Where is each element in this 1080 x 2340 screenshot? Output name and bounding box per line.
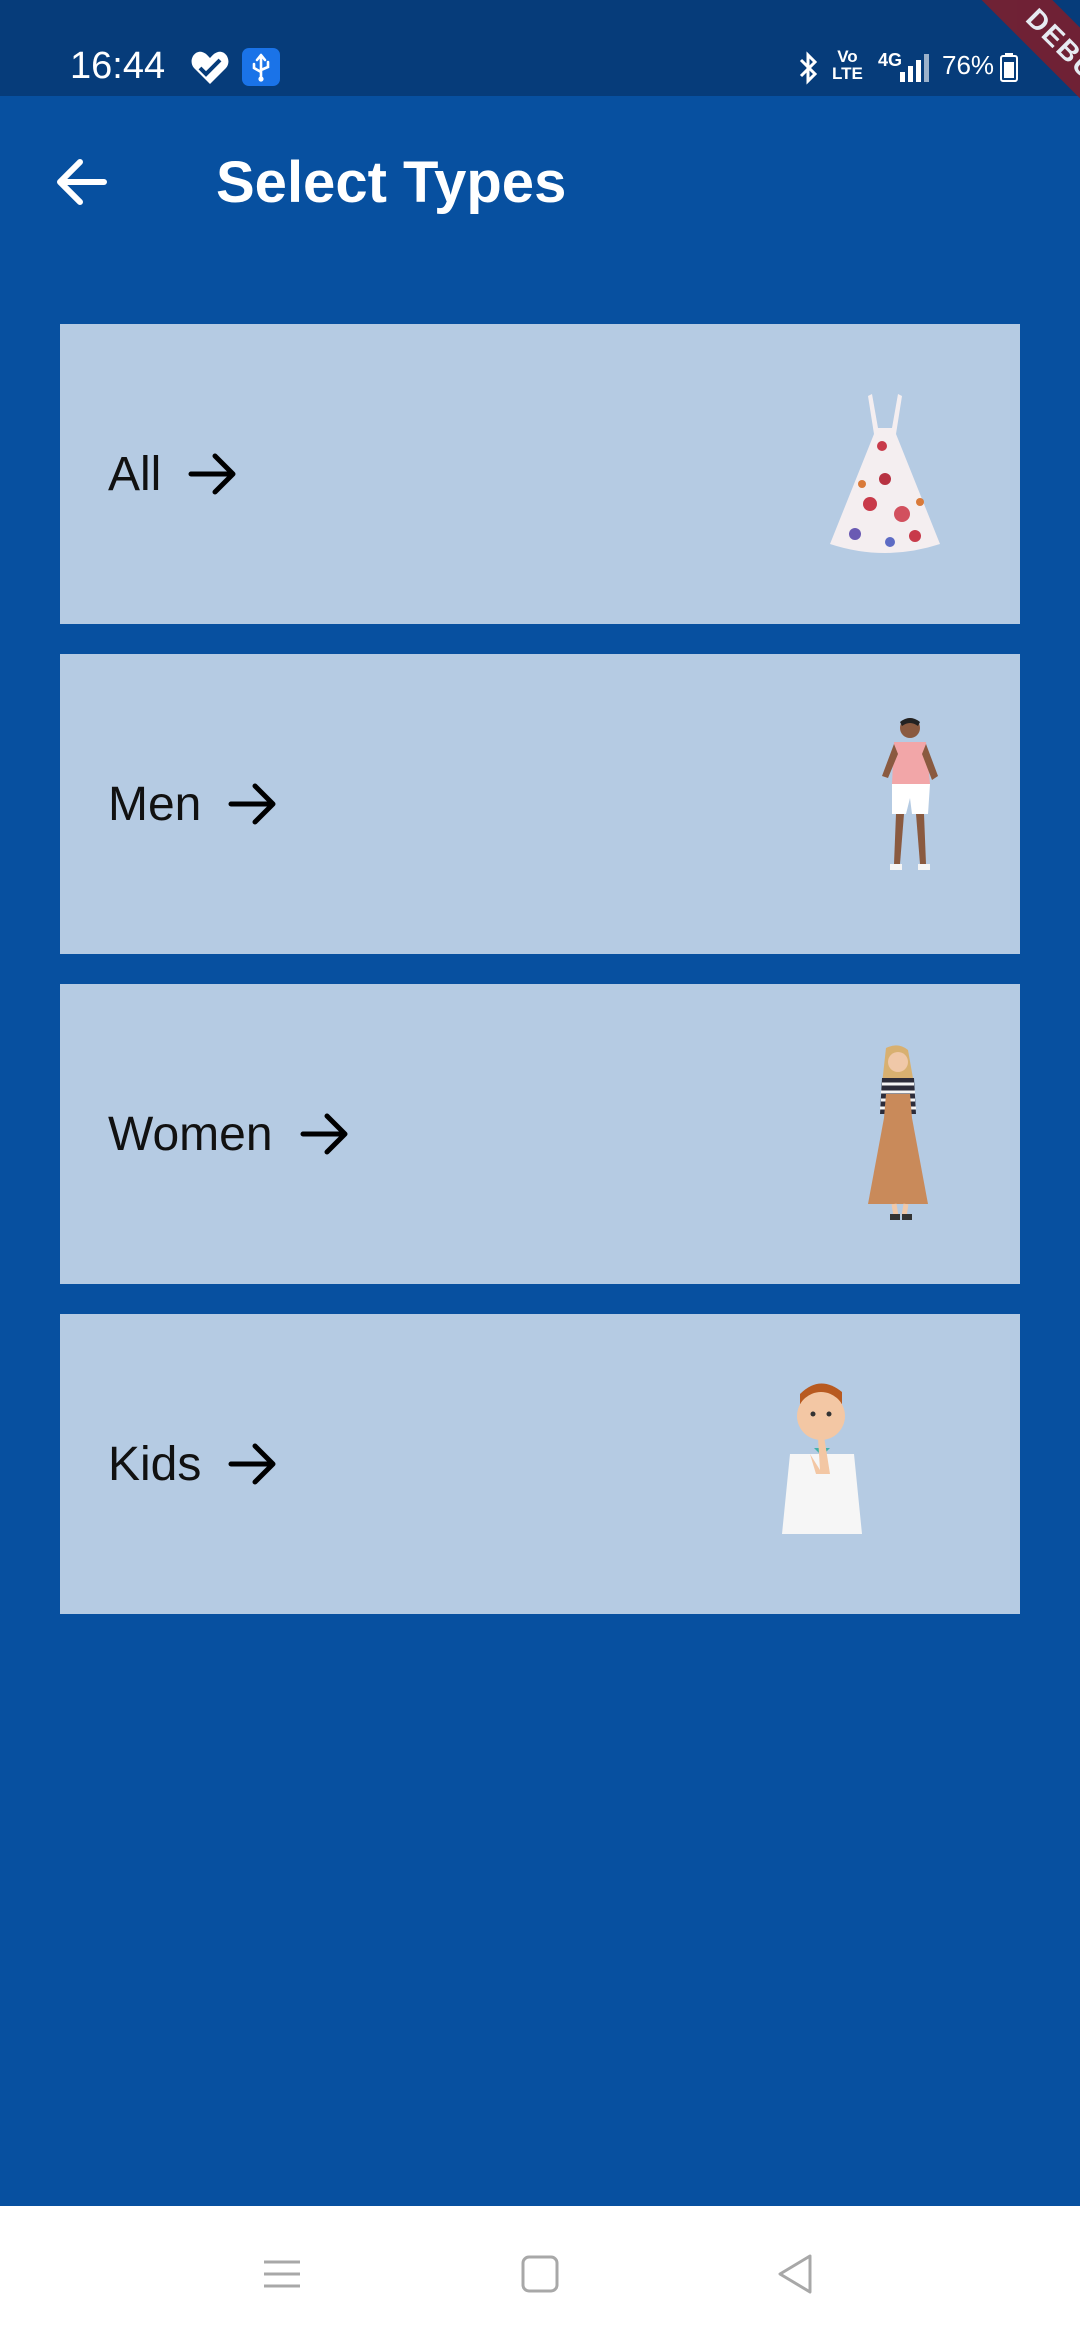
arrow-back-icon <box>57 159 107 205</box>
heart-monitor-icon <box>191 51 229 84</box>
category-list: All Men Women Kids <box>60 324 1020 1644</box>
recent-apps-button[interactable] <box>250 2242 314 2306</box>
arrow-forward-icon <box>188 453 236 495</box>
floral-dress-image <box>830 394 940 553</box>
back-icon <box>778 2254 812 2294</box>
system-back-button[interactable] <box>764 2242 828 2306</box>
category-label: Kids <box>108 1437 202 1491</box>
arrow-forward-icon <box>300 1113 348 1155</box>
card-label-row: All <box>108 324 239 624</box>
bluetooth-icon <box>799 51 818 85</box>
category-label: Women <box>108 1107 273 1161</box>
arrow-forward-icon <box>228 1443 276 1485</box>
home-button[interactable] <box>508 2242 572 2306</box>
status-bar: 16:44 Vo LTE 4G 76% <box>0 0 1080 96</box>
home-icon <box>521 2255 559 2293</box>
volte-indicator: Vo LTE <box>832 48 863 82</box>
category-card-men[interactable]: Men <box>60 654 1020 954</box>
menu-icon <box>264 2260 300 2288</box>
woman-in-tan-pinafore-image <box>868 1045 928 1220</box>
navigation-bar <box>0 2206 1080 2340</box>
usb-icon <box>242 48 280 86</box>
category-label: All <box>108 447 162 501</box>
volte-bottom-label: LTE <box>832 64 863 83</box>
app-bar: Select Types <box>0 96 1080 270</box>
category-card-kids[interactable]: Kids <box>60 1314 1020 1614</box>
battery-icon <box>1000 53 1018 82</box>
back-button[interactable] <box>44 142 124 222</box>
category-label: Men <box>108 777 202 831</box>
card-label-row: Kids <box>108 1314 279 1614</box>
man-in-pink-shirt-image <box>882 718 938 870</box>
card-label-row: Women <box>108 984 351 1284</box>
battery-percentage: 76% <box>942 50 995 80</box>
category-card-all[interactable]: All <box>60 324 1020 624</box>
category-card-women[interactable]: Women <box>60 984 1020 1284</box>
arrow-forward-icon <box>228 783 276 825</box>
status-time: 16:44 <box>70 45 166 87</box>
page-title: Select Types <box>216 150 567 215</box>
thinking-boy-image <box>782 1383 862 1534</box>
signal-icon <box>900 54 929 82</box>
card-label-row: Men <box>108 654 279 954</box>
